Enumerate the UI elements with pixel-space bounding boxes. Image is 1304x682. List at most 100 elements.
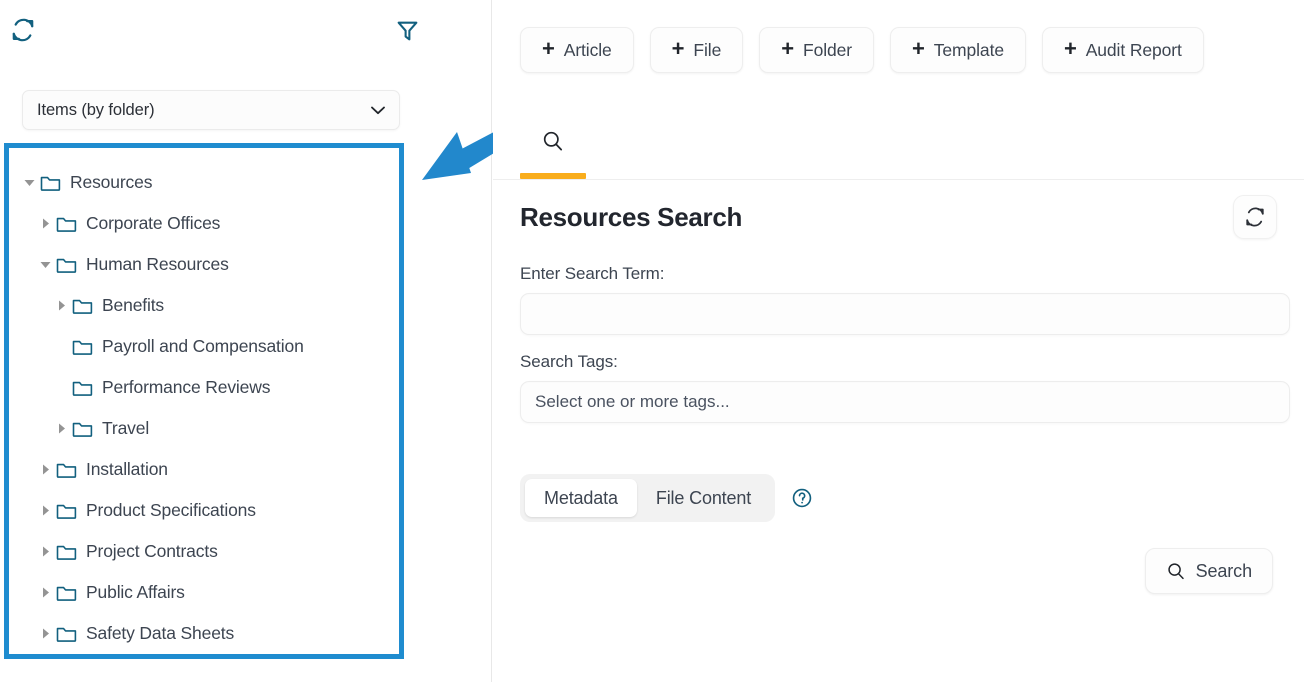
plus-icon: + [671, 36, 685, 61]
plus-icon: + [542, 36, 555, 61]
folder-icon-wrap [71, 337, 93, 357]
tree-item-label: Payroll and Compensation [102, 336, 304, 356]
tree-item-safety-data-sheets[interactable]: Safety Data Sheets [9, 613, 399, 654]
create-file-button[interactable]: + File [649, 27, 744, 73]
folder-tree: Resources Corporate Offices Human Resource… [9, 148, 399, 654]
create-button-label: Folder [802, 39, 852, 60]
caret-right-icon [58, 423, 65, 434]
folder-icon [56, 504, 76, 519]
folder-icon [72, 381, 92, 396]
mode-option-file-content[interactable]: File Content [637, 479, 770, 517]
tree-item-label: Product Specifications [86, 500, 256, 520]
tree-item-label: Resources [70, 172, 153, 192]
caret-right-icon [42, 628, 49, 639]
folder-scope-select[interactable]: Items (by folder) [22, 90, 400, 130]
create-button-label: Article [563, 39, 612, 60]
tree-item-label: Safety Data Sheets [86, 623, 235, 643]
create-folder-button[interactable]: + Folder [759, 27, 874, 73]
tree-item-project-contracts[interactable]: Project Contracts [9, 531, 399, 572]
folder-icon-wrap [55, 583, 77, 603]
folder-tree-panel-inner: Items (by folder) Resources Corporate Off… [0, 0, 534, 682]
search-button[interactable]: Search [1144, 548, 1273, 594]
caret-right-icon [42, 464, 49, 475]
search-term-input[interactable] [520, 293, 1290, 335]
search-mode-toggle[interactable]: Metadata File Content [520, 474, 776, 522]
folder-icon [56, 627, 76, 642]
tree-item-installation[interactable]: Installation [9, 449, 399, 490]
folder-icon-wrap [55, 255, 77, 275]
tree-item-label: Project Contracts [86, 541, 218, 561]
tree-item-caret[interactable] [35, 624, 55, 644]
folder-icon-wrap [71, 378, 93, 398]
tree-item-label: Human Resources [86, 254, 229, 274]
folder-scope-select-value: Items (by folder) [37, 100, 155, 119]
tree-item-product-specifications[interactable]: Product Specifications [9, 490, 399, 531]
folder-icon-wrap [55, 460, 77, 480]
caret-right-icon [42, 505, 49, 516]
mode-option-metadata[interactable]: Metadata [525, 479, 637, 517]
search-form: Resources Search Enter Search Term: Sear… [493, 181, 1304, 682]
search-tags-input[interactable] [520, 381, 1290, 423]
search-tags-group: Search Tags: [520, 352, 1290, 423]
app-root: Items (by folder) Resources Corporate Off… [0, 0, 1304, 682]
folder-icon-wrap [55, 542, 77, 562]
tree-item-caret[interactable] [35, 583, 55, 603]
tree-item-caret[interactable] [51, 419, 71, 439]
tree-item-caret[interactable] [35, 214, 55, 234]
folder-icon-wrap [55, 624, 77, 644]
create-button-label: Template [933, 39, 1004, 60]
folder-icon-wrap [71, 419, 93, 439]
tree-item-performance-reviews[interactable]: Performance Reviews [9, 367, 399, 408]
tree-item-caret[interactable] [35, 542, 55, 562]
search-icon [1167, 563, 1184, 580]
tree-item-caret[interactable] [51, 296, 71, 316]
tree-item-caret[interactable] [19, 173, 39, 193]
folder-icon [72, 299, 92, 314]
search-icon [543, 131, 563, 151]
create-toolbar: + Article + File + Folder + Template + Audit Repo… [493, 0, 1304, 100]
filter-tree-button[interactable] [392, 15, 422, 45]
folder-icon-wrap [71, 296, 93, 316]
create-button-label: File [693, 39, 722, 60]
search-mode-help-button[interactable] [791, 487, 813, 509]
caret-down-icon [40, 262, 50, 268]
plus-icon: + [1063, 36, 1077, 61]
caret-right-icon [42, 587, 49, 598]
tree-item-travel[interactable]: Travel [9, 408, 399, 449]
search-button-label: Search [1195, 560, 1253, 581]
folder-tree-panel: Items (by folder) Resources Corporate Off… [0, 0, 534, 682]
caret-right-icon [42, 218, 49, 229]
tree-item-label: Installation [86, 459, 168, 479]
search-mode-row: Metadata File Content [520, 474, 1277, 522]
create-audit-report-button[interactable]: + Audit Report [1041, 27, 1204, 73]
folder-icon [40, 176, 60, 191]
tree-item-resources[interactable]: Resources [9, 162, 399, 203]
tree-item-label: Public Affairs [86, 582, 185, 602]
tree-item-caret[interactable] [35, 255, 55, 275]
create-article-button[interactable]: + Article [520, 27, 634, 73]
page-title: Resources Search [520, 201, 743, 232]
caret-right-icon [42, 546, 49, 557]
caret-down-icon [24, 180, 34, 186]
tree-item-corporate-offices[interactable]: Corporate Offices [9, 203, 399, 244]
tree-item-benefits[interactable]: Benefits [9, 285, 399, 326]
tab-search[interactable] [520, 114, 586, 180]
tree-item-human-resources[interactable]: Human Resources [9, 244, 399, 285]
folder-icon-wrap [55, 501, 77, 521]
create-template-button[interactable]: + Template [890, 27, 1026, 73]
search-term-label: Enter Search Term: [520, 264, 665, 283]
tree-item-caret[interactable] [35, 501, 55, 521]
tree-toolbar [0, 0, 420, 62]
tree-item-payroll-and-compensation[interactable]: Payroll and Compensation [9, 326, 399, 367]
refresh-icon [1246, 207, 1264, 227]
folder-icon [56, 217, 76, 232]
folder-icon-wrap [55, 214, 77, 234]
content-header: Resources Search [520, 181, 1277, 253]
search-action-row: Search [520, 548, 1277, 594]
folder-icon [56, 463, 76, 478]
tree-item-caret[interactable] [35, 460, 55, 480]
folder-tree-highlight-box: Resources Corporate Offices Human Resource… [4, 143, 404, 659]
tree-item-public-affairs[interactable]: Public Affairs [9, 572, 399, 613]
refresh-tree-button[interactable] [8, 15, 38, 45]
refresh-panel-button[interactable] [1233, 195, 1277, 239]
